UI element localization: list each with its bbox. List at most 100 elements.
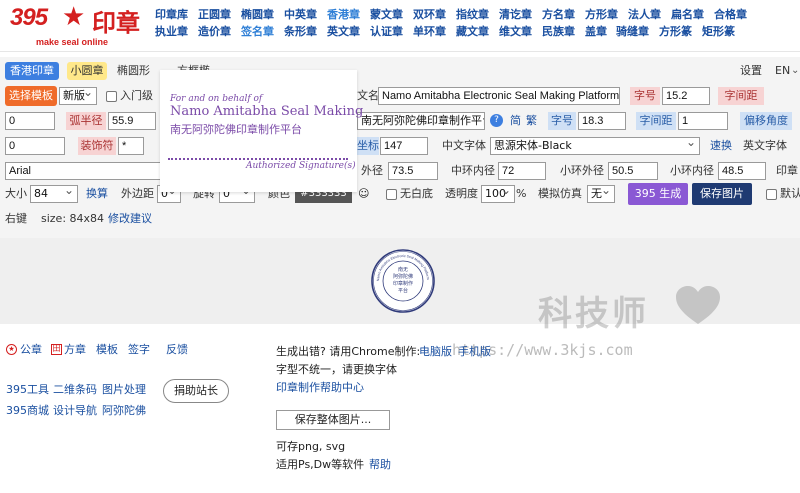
outer-margin-label: 外边距 [121,187,154,200]
footer-pc-link[interactable]: 电脑版 [419,345,452,359]
arc-radius-input[interactable]: 55.9 [108,112,156,130]
nav-cn-en-seal[interactable]: 中英章 [284,6,317,22]
footer-template[interactable]: 模板 [96,343,118,357]
generate-button[interactable]: 395 生成 [628,183,688,205]
left-value-input[interactable]: 0 [5,112,55,130]
nav-cost-seal[interactable]: 造价章 [198,23,231,39]
arc-radius-label: 弧半径 [66,112,106,130]
footer-amitabha[interactable]: 阿弥陀佛 [102,404,146,418]
traditional-button[interactable]: 繁 [526,112,537,130]
small-outer-input[interactable]: 50.5 [608,162,658,180]
footer-help-center[interactable]: 印章制作帮助中心 [276,381,364,395]
nav-qualified-seal[interactable]: 合格章 [714,6,747,22]
cn-text-input[interactable]: 南无阿弥陀佛印章制作平台 [357,112,485,130]
footer-save-formats: 可存png, svg [276,440,346,453]
nav-square-seal[interactable]: 方形章 [585,6,618,22]
footer-public-seal[interactable]: 公章 [20,343,42,357]
tab-small-round[interactable]: 小圆章 [67,62,107,80]
nav-tibetan-seal[interactable]: 藏文章 [456,23,489,39]
simulate-select[interactable]: 无 [587,185,615,203]
nav-paid-seal[interactable]: 清讫章 [499,6,532,22]
simplified-button[interactable]: 简 [510,112,521,130]
nav-stamp[interactable]: 盖章 [585,23,607,39]
text-label: 文名 [357,89,379,102]
char-size-label: 字号 [630,87,660,105]
default-checkbox[interactable] [766,189,777,200]
nav-round-seal[interactable]: 正圆章 [198,6,231,22]
coord-input[interactable]: 147 [380,137,428,155]
footer-qrcode[interactable]: 二维条码 [53,383,97,397]
left-value-input-2[interactable]: 0 [5,137,65,155]
nav-fingerprint-seal[interactable]: 指纹章 [456,6,489,22]
nav-seal-library[interactable]: 印章库 [155,6,188,22]
en-font-input[interactable]: Arial [5,162,165,180]
swap-link[interactable]: 换算 [86,185,108,203]
select-template-button[interactable]: 选择模板 [5,86,57,106]
suggest-link[interactable]: 修改建议 [108,210,152,228]
default-label: 默认 [780,187,800,200]
nav-hk-seal[interactable]: 香港章 [327,6,360,22]
version-select[interactable]: 新版 [59,87,97,105]
percent-label: % [516,187,527,200]
footer-feedback[interactable]: 反馈 [166,343,188,357]
help-icon[interactable]: ? [490,114,503,127]
footer-shop[interactable]: 395商城 [6,404,49,418]
nav-square-seal-script[interactable]: 方形篆 [659,23,692,39]
mid-inner-input[interactable]: 72 [498,162,546,180]
save-image-button[interactable]: 保存图片 [692,183,752,205]
nav-ellipse-seal[interactable]: 椭圆章 [241,6,274,22]
emoji-icon[interactable]: ☺ [358,187,369,201]
outer-ring-input[interactable]: 73.5 [388,162,438,180]
nav-flat-name-seal[interactable]: 扁名章 [671,6,704,22]
cn-font-select[interactable]: 思源宋体-Black [490,137,700,155]
nav-double-ring-seal[interactable]: 双环章 [413,6,446,22]
language-select[interactable]: EN [775,62,790,80]
offset-angle-label: 偏移角度 [740,112,792,130]
language-chevron-icon[interactable]: ⌄ [791,62,799,80]
logo-name[interactable]: 印章 [92,3,140,38]
seal-image[interactable]: Namo Amitabha Electronic Seal Making Pla… [371,249,435,313]
nav-riding-seal[interactable]: 骑缝章 [616,23,649,39]
tab-hk-seal[interactable]: 香港印章 [5,62,59,80]
nav-cert-seal[interactable]: 认证章 [370,23,403,39]
save-whole-image-button[interactable]: 保存整体图片... [276,410,390,430]
char-spacing-2-input[interactable]: 1 [678,112,728,130]
footer-design-nav[interactable]: 设计导航 [53,404,97,418]
nav-english-seal[interactable]: 英文章 [327,23,360,39]
char-size-input[interactable]: 15.2 [662,87,710,105]
nav-rect-seal-script[interactable]: 矩形篆 [702,23,735,39]
decoration-input[interactable]: * [118,137,144,155]
seal-text-input[interactable]: Namo Amitabha Electronic Seal Making Pla… [378,87,620,105]
donate-button[interactable]: 捐助站长 [163,379,229,403]
nav-legal-seal[interactable]: 法人章 [628,6,661,22]
nav-ethnic-seal[interactable]: 民族章 [542,23,575,39]
nav-uyghur-seal[interactable]: 维文章 [499,23,532,39]
nav-practice-seal[interactable]: 执业章 [155,23,188,39]
nav-single-ring-seal[interactable]: 单环章 [413,23,446,39]
seal-center-line-2: 阿弥陀佛 [393,273,413,280]
nav-bar-seal[interactable]: 条形章 [284,23,317,39]
char-size-2-input[interactable]: 18.3 [578,112,626,130]
nav-mongol-seal[interactable]: 蒙文章 [370,6,403,22]
quick-change-link[interactable]: 速换 [710,137,732,155]
logo-number[interactable]: 395 [10,4,48,32]
nav-signature-seal[interactable]: 签名章 [241,23,274,39]
footer-image-process[interactable]: 图片处理 [102,383,146,397]
opacity-label: 透明度 [445,187,478,200]
overlay-signature-label: Authorized Signature(s) [246,161,356,171]
no-white-checkbox[interactable] [386,189,397,200]
opacity-select[interactable]: 100 [481,185,515,203]
footer-mobile-link[interactable]: 手机版 [458,345,491,359]
footer-square-seal[interactable]: 方章 [64,343,86,357]
size-info: size: 84x84 [41,212,105,225]
coord-label: 坐标 [357,137,379,155]
settings-link[interactable]: 设置 [740,62,762,80]
footer-help-link[interactable]: 帮助 [369,458,391,472]
footer-tools[interactable]: 395工具 [6,383,49,397]
size-select[interactable]: 84 [30,185,78,203]
small-inner-input[interactable]: 48.5 [718,162,766,180]
footer-signature[interactable]: 签字 [128,343,150,357]
nav-square-name-seal[interactable]: 方名章 [542,6,575,22]
tab-ellipse[interactable]: 椭圆形 [117,62,150,80]
beginner-checkbox[interactable] [106,91,117,102]
